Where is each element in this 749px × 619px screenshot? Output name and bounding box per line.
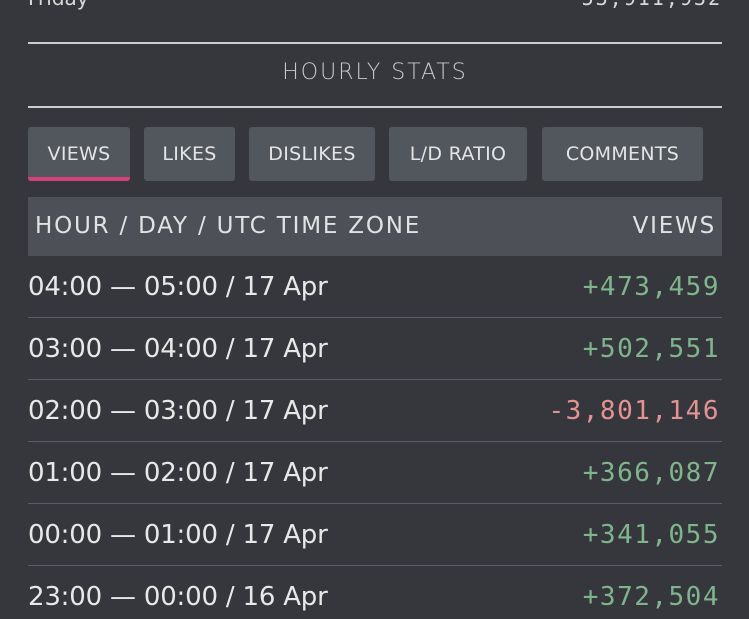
tab-likes[interactable]: LIKES bbox=[144, 127, 235, 181]
tab-comments[interactable]: COMMENTS bbox=[542, 127, 703, 181]
previous-total-value: 53,911,932 bbox=[582, 0, 722, 10]
tab-views[interactable]: VIEWS bbox=[28, 127, 130, 181]
column-header-time: HOUR / DAY / UTC TIME ZONE bbox=[35, 213, 422, 239]
previous-summary-row: Friday 53,911,932 bbox=[28, 0, 722, 14]
row-time: 04:00 — 05:00 / 17 Apr bbox=[28, 272, 328, 302]
tab-ld-ratio[interactable]: L/D RATIO bbox=[389, 127, 527, 181]
previous-day-label: Friday bbox=[28, 0, 89, 10]
tab-dislikes[interactable]: DISLIKES bbox=[249, 127, 375, 181]
row-value: +366,087 bbox=[582, 458, 720, 488]
row-value: +341,055 bbox=[582, 520, 720, 550]
row-value: +372,504 bbox=[582, 582, 720, 612]
column-header-views: VIEWS bbox=[632, 213, 716, 239]
table-row: 01:00 — 02:00 / 17 Apr +366,087 bbox=[28, 442, 722, 504]
row-time: 02:00 — 03:00 / 17 Apr bbox=[28, 396, 328, 426]
table-row: 02:00 — 03:00 / 17 Apr -3,801,146 bbox=[28, 380, 722, 442]
row-value: -3,801,146 bbox=[548, 396, 720, 426]
divider-top bbox=[28, 42, 722, 44]
hourly-stats-table: HOUR / DAY / UTC TIME ZONE VIEWS 04:00 —… bbox=[28, 197, 722, 619]
table-row: 03:00 — 04:00 / 17 Apr +502,551 bbox=[28, 318, 722, 380]
divider-bottom bbox=[28, 106, 722, 108]
row-time: 23:00 — 00:00 / 16 Apr bbox=[28, 582, 328, 612]
row-time: 01:00 — 02:00 / 17 Apr bbox=[28, 458, 328, 488]
table-row: 04:00 — 05:00 / 17 Apr +473,459 bbox=[28, 256, 722, 318]
row-time: 03:00 — 04:00 / 17 Apr bbox=[28, 334, 328, 364]
section-title: HOURLY STATS bbox=[282, 60, 468, 85]
stats-tabs: VIEWS LIKES DISLIKES L/D RATIO COMMENTS bbox=[28, 127, 722, 181]
table-row: 00:00 — 01:00 / 17 Apr +341,055 bbox=[28, 504, 722, 566]
row-value: +502,551 bbox=[582, 334, 720, 364]
table-row: 23:00 — 00:00 / 16 Apr +372,504 bbox=[28, 566, 722, 619]
table-header: HOUR / DAY / UTC TIME ZONE VIEWS bbox=[28, 197, 722, 256]
row-value: +473,459 bbox=[582, 272, 720, 302]
row-time: 00:00 — 01:00 / 17 Apr bbox=[28, 520, 328, 550]
